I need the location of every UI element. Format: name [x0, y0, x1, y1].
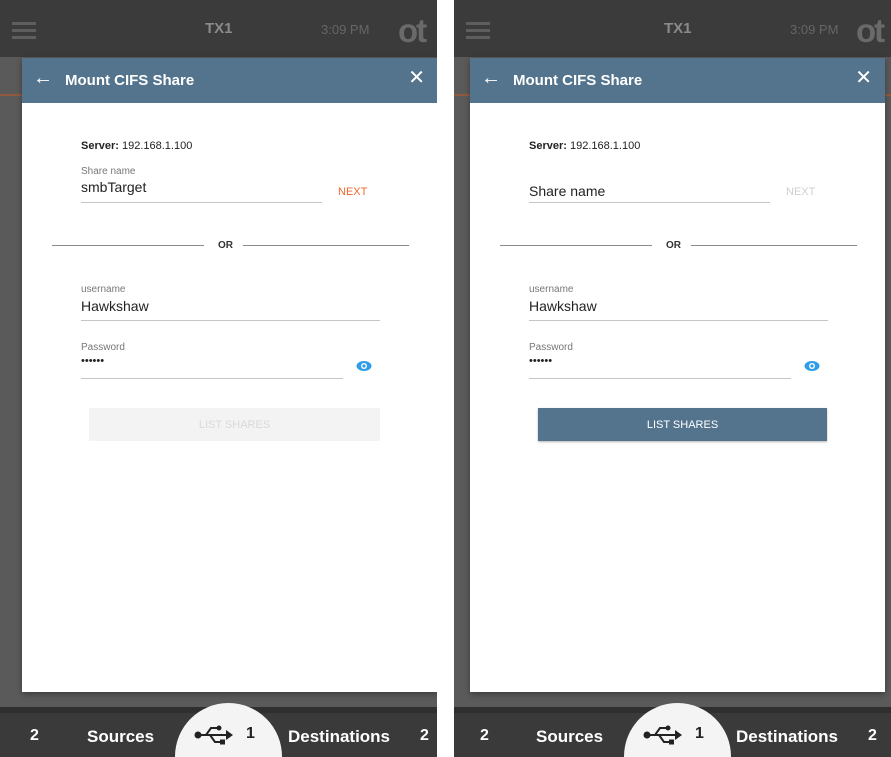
top-bar: TX1 3:09 PM ot: [0, 0, 437, 57]
password-label: Password: [81, 342, 125, 353]
usb-icon: [194, 725, 233, 745]
or-label: OR: [218, 240, 233, 251]
sources-count: 2: [30, 727, 39, 744]
screen-right: TX1 3:09 PM ot ← Mount CIFS Share ✕ Serv…: [454, 0, 891, 757]
close-icon[interactable]: ✕: [408, 68, 425, 88]
eye-icon[interactable]: [804, 360, 820, 372]
server-value: 192.168.1.100: [569, 140, 641, 152]
divider-left: [52, 245, 204, 246]
logo: ot: [398, 12, 427, 49]
dialog-header: ← Mount CIFS Share ✕: [22, 58, 437, 103]
logo: ot: [856, 12, 885, 49]
back-arrow-icon[interactable]: ←: [481, 68, 501, 88]
list-shares-button[interactable]: LIST SHARES: [89, 408, 380, 441]
dialog-title: Mount CIFS Share: [65, 72, 195, 89]
password-label: Password: [529, 342, 573, 353]
next-button[interactable]: NEXT: [786, 186, 815, 198]
sources-tab[interactable]: Sources: [87, 727, 154, 747]
menu-icon[interactable]: [466, 22, 490, 39]
username-input[interactable]: Hawkshaw: [81, 298, 149, 314]
device-name: TX1: [205, 20, 233, 37]
username-underline: [81, 320, 380, 321]
usb-count: 1: [695, 725, 704, 742]
share-name-input[interactable]: smbTarget: [81, 179, 146, 195]
mount-cifs-dialog: ← Mount CIFS Share ✕ Server: 192.168.1.1…: [470, 58, 885, 692]
back-arrow-icon[interactable]: ←: [33, 68, 53, 88]
mount-cifs-dialog: ← Mount CIFS Share ✕ Server: 192.168.1.1…: [22, 58, 437, 692]
usb-device-tab[interactable]: 1: [624, 703, 731, 757]
device-name: TX1: [664, 20, 692, 37]
username-label: username: [529, 284, 574, 295]
share-name-underline: [81, 202, 322, 203]
or-label: OR: [666, 240, 681, 251]
share-name-label: Share name: [81, 166, 136, 177]
usb-device-tab[interactable]: 1: [175, 703, 282, 757]
username-input[interactable]: Hawkshaw: [529, 298, 597, 314]
eye-icon[interactable]: [356, 360, 372, 372]
top-bar: TX1 3:09 PM ot: [454, 0, 891, 57]
destinations-tab[interactable]: Destinations: [288, 727, 390, 747]
password-input[interactable]: ••••••: [529, 355, 552, 367]
share-name-input[interactable]: Share name: [529, 183, 605, 199]
usb-icon: [643, 725, 682, 745]
next-button[interactable]: NEXT: [338, 186, 367, 198]
menu-icon[interactable]: [12, 22, 36, 39]
username-label: username: [81, 284, 126, 295]
usb-count: 1: [246, 725, 255, 742]
destinations-count: 2: [868, 727, 877, 744]
server-info: Server: 192.168.1.100: [529, 140, 640, 152]
password-underline: [529, 378, 791, 379]
password-underline: [81, 378, 343, 379]
sources-tab[interactable]: Sources: [536, 727, 603, 747]
sources-count: 2: [480, 727, 489, 744]
dialog-header: ← Mount CIFS Share ✕: [470, 58, 885, 103]
destinations-count: 2: [420, 727, 429, 744]
screen-left: TX1 3:09 PM ot ← Mount CIFS Share ✕ Serv…: [0, 0, 437, 757]
clock: 3:09 PM: [321, 22, 370, 37]
server-label: Server:: [81, 140, 119, 152]
password-input[interactable]: ••••••: [81, 355, 104, 367]
server-label: Server:: [529, 140, 567, 152]
server-value: 192.168.1.100: [121, 140, 193, 152]
destinations-tab[interactable]: Destinations: [736, 727, 838, 747]
username-underline: [529, 320, 828, 321]
clock: 3:09 PM: [790, 22, 839, 37]
divider-right: [243, 245, 409, 246]
server-info: Server: 192.168.1.100: [81, 140, 192, 152]
divider-left: [500, 245, 652, 246]
divider-right: [691, 245, 857, 246]
close-icon[interactable]: ✕: [855, 68, 872, 88]
list-shares-button[interactable]: LIST SHARES: [538, 408, 827, 441]
dialog-title: Mount CIFS Share: [513, 72, 643, 89]
share-name-underline: [529, 202, 770, 203]
